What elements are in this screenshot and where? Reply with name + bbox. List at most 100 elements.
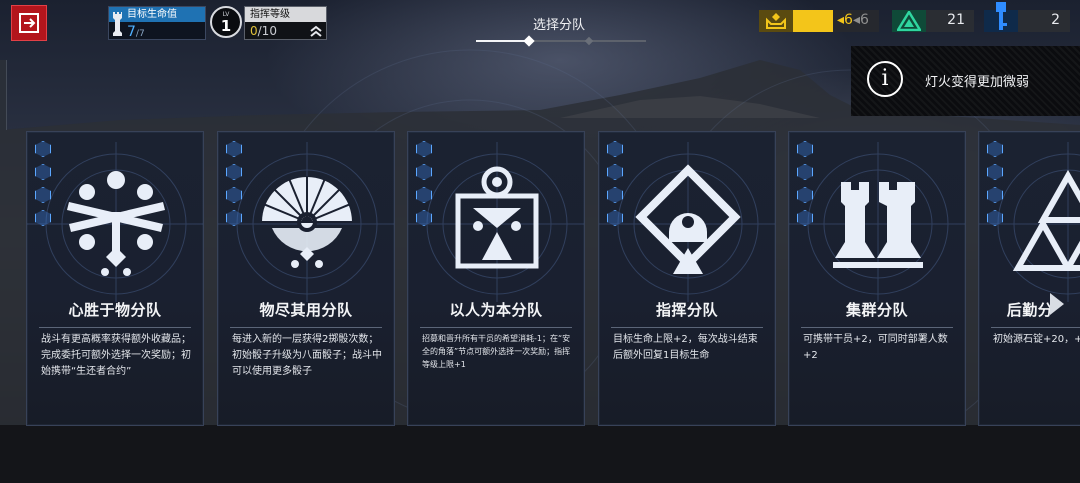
page-title: 选择分队 [533, 18, 586, 33]
card-divider [420, 327, 572, 328]
ingot-value: ◂6◂6 [837, 12, 869, 28]
badge-icon [797, 164, 813, 180]
level-badge: LV 1 [210, 6, 242, 38]
key-icon-box [984, 10, 1018, 32]
hope-triangle-icon [897, 11, 921, 31]
card-divider [230, 327, 382, 328]
squad-title: 后勤分 [1006, 301, 1054, 319]
exit-door-icon [19, 13, 39, 33]
card-divider [39, 327, 191, 328]
badge-icon [226, 141, 242, 157]
squad-description: 可携带干员+2，可同时部署人数+2 [803, 334, 948, 361]
squad-description: 招募和晋升所有干员的希望消耗-1；在“安全的角落”节点可额外选择一次奖励；指挥等… [422, 334, 571, 369]
side-drawer-handle[interactable] [0, 60, 7, 130]
squad-card[interactable]: 物尽其用分队 每进入新的一层获得2掷骰次数；初始骰子升级为八面骰子；战斗中可以使… [217, 131, 395, 426]
badge-icon [797, 187, 813, 203]
squad-title: 指挥分队 [655, 301, 718, 319]
ingot-icon [766, 13, 786, 29]
ingot-icon-box [759, 10, 793, 32]
badge-icon [607, 141, 623, 157]
squad-card[interactable]: 后勤分 初始源石锭+20，+2 [978, 131, 1080, 426]
squad-card[interactable]: 以人为本分队 招募和晋升所有干员的希望消耗-1；在“安全的角落”节点可额外选择一… [407, 131, 585, 426]
ingot-bar [793, 10, 833, 32]
card-badge-column [607, 141, 625, 233]
ingot-max: 6 [859, 12, 869, 28]
card-divider [611, 327, 763, 328]
badge-icon [226, 187, 242, 203]
card-divider [991, 327, 1080, 328]
badge-icon [226, 210, 242, 226]
target-hp-panel: 目标生命值 7/7 [108, 6, 206, 40]
squad-card[interactable]: 指挥分队 目标生命上限+2，每次战斗结束后额外回复1目标生命 [598, 131, 776, 426]
bottom-band [0, 425, 1080, 483]
card-badge-column [416, 141, 434, 233]
badge-icon [987, 141, 1003, 157]
badge-icon [35, 141, 51, 157]
hope-counter: 21 [892, 10, 974, 32]
card-badge-column [35, 141, 53, 233]
hope-icon-box [892, 10, 926, 32]
hp-value: 7/7 [127, 24, 145, 40]
badge-icon [35, 210, 51, 226]
scroll-right-arrow-icon[interactable] [1050, 293, 1064, 315]
hp-current: 7 [127, 24, 136, 40]
key-counter: 2 [984, 10, 1070, 32]
command-max: /10 [257, 24, 277, 38]
squad-title: 集群分队 [845, 301, 908, 319]
key-flag-marker [996, 2, 1006, 12]
badge-icon [987, 187, 1003, 203]
diamond-arch-emblem [635, 164, 741, 274]
badge-icon [35, 164, 51, 180]
half-disc-emblem [261, 176, 353, 268]
badge-icon [797, 141, 813, 157]
hope-value: 21 [947, 12, 965, 28]
balance-orb-emblem [455, 166, 539, 269]
badge-icon [797, 210, 813, 226]
ingot-counter: ◂6◂6 [759, 10, 879, 32]
squad-title: 心胜于物分队 [68, 301, 162, 319]
command-label: 指挥等级 [245, 7, 326, 22]
command-value: 0/10 [250, 24, 277, 38]
badge-icon [987, 164, 1003, 180]
badge-icon [416, 210, 432, 226]
card-badge-column [226, 141, 244, 233]
squad-title: 以人为本分队 [449, 301, 543, 319]
badge-icon [607, 164, 623, 180]
step-progress-fill [476, 40, 529, 42]
notice-text: 灯火变得更加微弱 [925, 75, 1030, 90]
squad-description: 战斗有更高概率获得额外收藏品；完成委托可额外选择一次奖励；初始携带“生还者合约” [41, 334, 191, 377]
badge-icon [607, 210, 623, 226]
squad-title: 物尽其用分队 [259, 301, 353, 319]
badge-icon [226, 164, 242, 180]
badge-icon [416, 187, 432, 203]
key-value: 2 [1051, 12, 1060, 28]
level-value: 1 [220, 17, 232, 35]
badge-icon [35, 187, 51, 203]
ingot-current: 6 [844, 12, 853, 28]
command-current: 0 [250, 24, 258, 38]
card-badge-column [987, 141, 1005, 233]
card-divider [801, 327, 953, 328]
info-icon: i [867, 61, 903, 97]
triangle-stack-emblem [1012, 169, 1080, 271]
squad-description: 目标生命上限+2，每次战斗结束后额外回复1目标生命 [613, 334, 758, 361]
hp-max: /7 [135, 29, 145, 39]
command-level-panel[interactable]: 指挥等级 0/10 [244, 6, 327, 40]
mind-knot-emblem [67, 171, 165, 276]
notice-banner[interactable]: i 灯火变得更加微弱 [851, 46, 1080, 116]
badge-icon [416, 164, 432, 180]
step-progress [476, 35, 646, 47]
hp-label: 目标生命值 [109, 7, 205, 22]
card-badge-column [797, 141, 815, 233]
badge-icon [416, 141, 432, 157]
badge-icon [987, 210, 1003, 226]
twin-towers-emblem [833, 182, 923, 268]
key-icon [999, 12, 1007, 30]
badge-icon [607, 187, 623, 203]
squad-description: 每进入新的一层获得2掷骰次数；初始骰子升级为八面骰子；战斗中可以使用更多骰子 [232, 334, 382, 377]
squad-card[interactable]: 集群分队 可携带干员+2，可同时部署人数+2 [788, 131, 966, 426]
squad-card[interactable]: 心胜于物分队 战斗有更高概率获得额外收藏品；完成委托可额外选择一次奖励；初始携带… [26, 131, 204, 426]
exit-button[interactable] [11, 5, 47, 41]
rook-icon [113, 12, 122, 36]
double-chevron-up-icon [310, 25, 322, 37]
